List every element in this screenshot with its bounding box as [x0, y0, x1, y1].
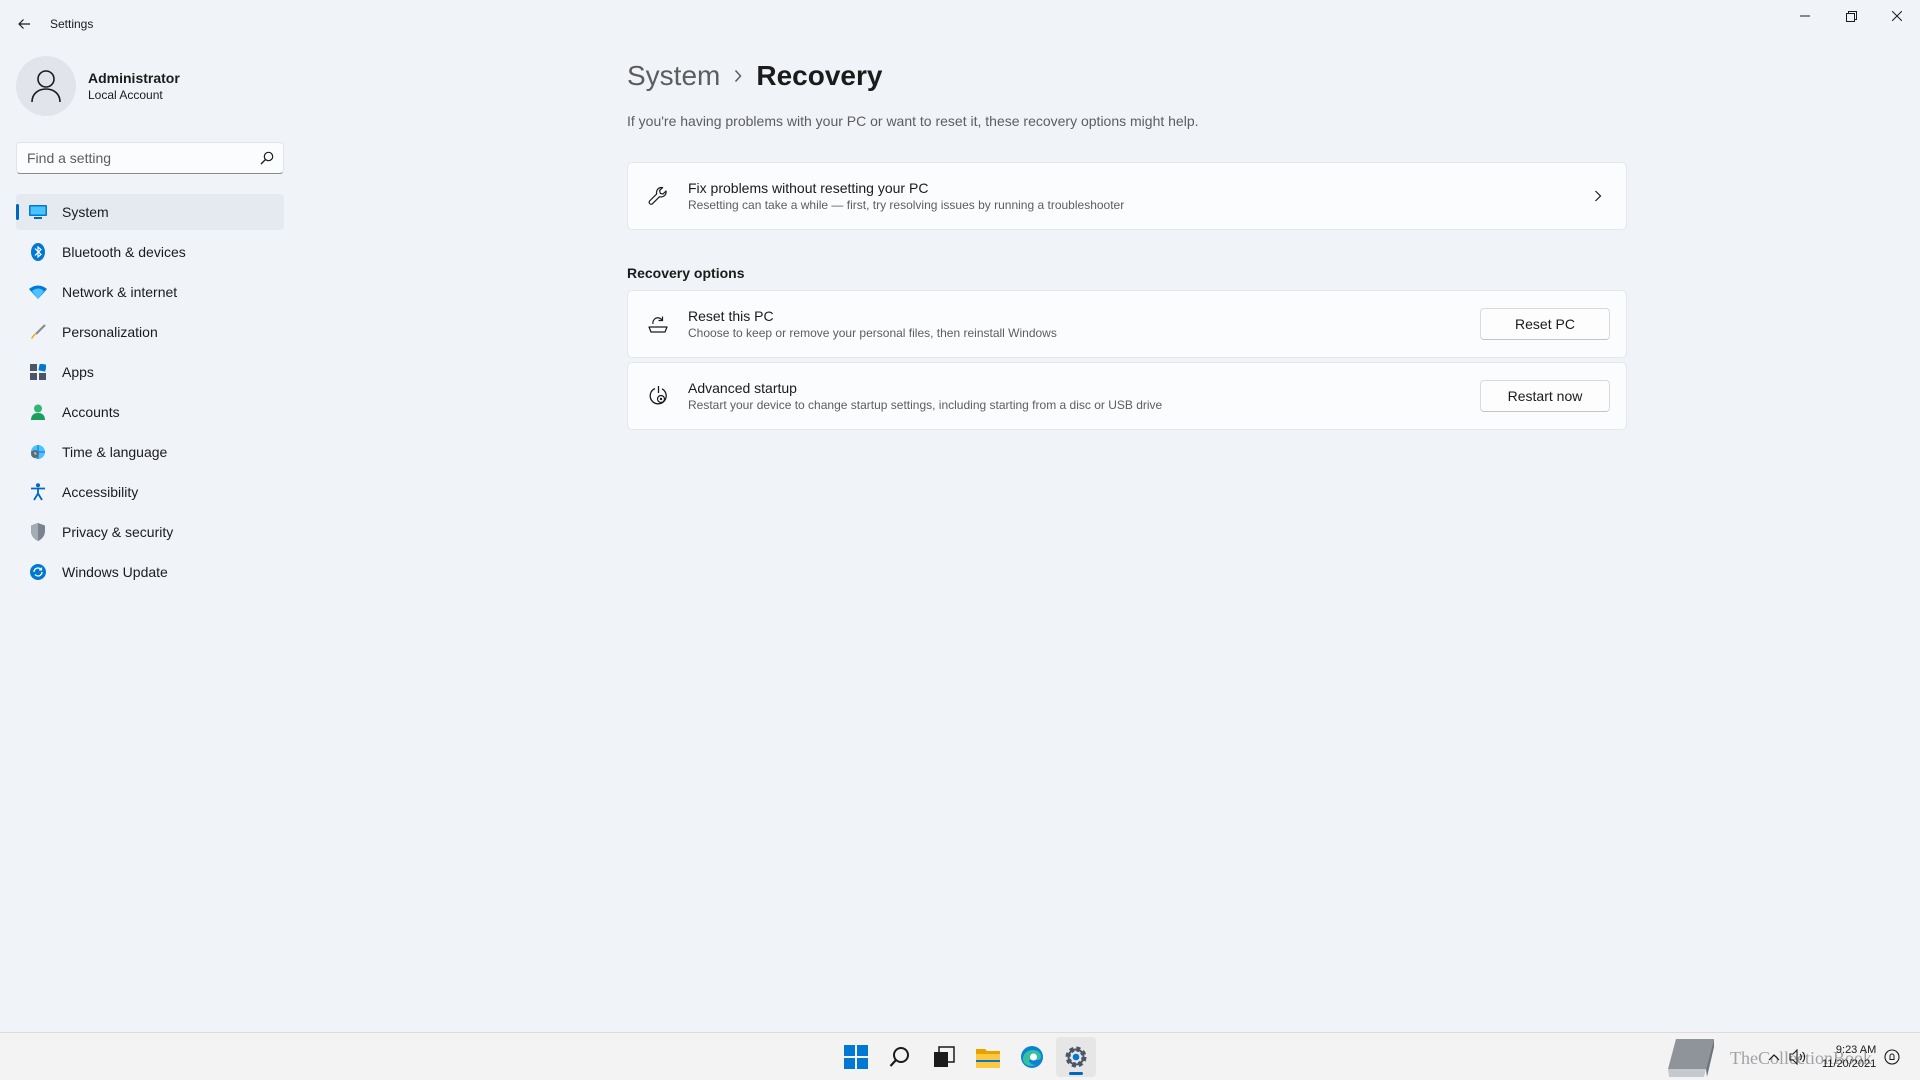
sidebar-item-apps[interactable]: Apps: [16, 354, 284, 390]
sidebar-item-system[interactable]: System: [16, 194, 284, 230]
app-title: Settings: [50, 17, 94, 31]
sidebar-item-label: Accounts: [62, 404, 120, 420]
search-icon[interactable]: [251, 151, 283, 165]
system-tray: 9:23 AM 11/20/2021: [1764, 1033, 1906, 1080]
user-avatar-icon: [31, 70, 61, 103]
advanced-startup-icon: [646, 384, 670, 408]
restore-icon: [1845, 10, 1857, 22]
reset-pc-button[interactable]: Reset PC: [1480, 308, 1610, 340]
sidebar-item-privacy[interactable]: Privacy & security: [16, 514, 284, 550]
page-description: If you're having problems with your PC o…: [627, 113, 1199, 129]
globe-clock-icon: [28, 442, 48, 462]
back-button[interactable]: [12, 12, 36, 36]
notification-icon[interactable]: [1882, 1047, 1902, 1067]
settings-icon: [1065, 1046, 1087, 1068]
search-icon: [889, 1047, 909, 1067]
back-arrow-icon: [18, 19, 30, 29]
restart-now-button[interactable]: Restart now: [1480, 380, 1610, 412]
close-button[interactable]: [1874, 0, 1920, 32]
page-title: Recovery: [756, 60, 883, 91]
system-icon: [28, 202, 48, 222]
start-button[interactable]: [836, 1037, 876, 1077]
start-icon: [844, 1045, 868, 1069]
reset-pc-subtitle: Choose to keep or remove your personal f…: [688, 326, 1057, 340]
task-view-icon: [934, 1046, 955, 1067]
fix-problems-card[interactable]: Fix problems without resetting your PC R…: [627, 162, 1627, 230]
book-icon: [1668, 1039, 1714, 1077]
sidebar-item-label: Privacy & security: [62, 524, 174, 540]
search-input[interactable]: [17, 150, 251, 166]
reset-pc-icon: [646, 312, 670, 336]
bluetooth-icon: [28, 242, 48, 262]
reset-pc-card: Reset this PC Choose to keep or remove y…: [627, 290, 1627, 358]
sidebar-nav: System Bluetooth & devices Network & int…: [16, 194, 284, 594]
breadcrumb: System Recovery: [627, 56, 882, 96]
minimize-icon: [1800, 15, 1810, 17]
sidebar-item-time-language[interactable]: Time & language: [16, 434, 284, 470]
wifi-icon: [28, 282, 48, 302]
apps-icon: [28, 362, 48, 382]
sidebar-item-personalization[interactable]: Personalization: [16, 314, 284, 350]
taskbar-search-button[interactable]: [880, 1037, 920, 1077]
sync-icon: [28, 562, 48, 582]
fix-problems-subtitle: Resetting can take a while — first, try …: [688, 198, 1125, 212]
advanced-startup-subtitle: Restart your device to change startup se…: [688, 398, 1163, 412]
sidebar-item-accounts[interactable]: Accounts: [16, 394, 284, 430]
advanced-startup-title: Advanced startup: [688, 380, 797, 396]
sidebar-item-label: Personalization: [62, 324, 158, 340]
chevron-right-icon: [734, 69, 742, 83]
reset-pc-title: Reset this PC: [688, 308, 774, 324]
sidebar-item-label: Windows Update: [62, 564, 168, 580]
brush-icon: [28, 322, 48, 342]
profile-account-type: Local Account: [88, 88, 163, 102]
shield-icon: [28, 522, 48, 542]
sidebar-item-label: Bluetooth & devices: [62, 244, 186, 260]
taskbar-apps: [836, 1037, 1100, 1077]
sidebar-item-label: Apps: [62, 364, 94, 380]
profile-name: Administrator: [88, 70, 180, 86]
chevron-right-icon: [1586, 184, 1610, 208]
restore-button[interactable]: [1828, 0, 1874, 32]
taskbar: TheCollectionBook 9:23 AM 11/20/2021: [0, 1032, 1920, 1080]
chevron-up-icon[interactable]: [1764, 1047, 1784, 1067]
sidebar-item-label: System: [62, 204, 109, 220]
task-view-button[interactable]: [924, 1037, 964, 1077]
accessibility-icon: [28, 482, 48, 502]
file-explorer-button[interactable]: [968, 1037, 1008, 1077]
person-icon: [28, 402, 48, 422]
title-bar: Settings: [0, 0, 1920, 48]
sidebar-item-accessibility[interactable]: Accessibility: [16, 474, 284, 510]
settings-taskbar-button[interactable]: [1056, 1037, 1096, 1077]
sidebar-item-label: Time & language: [62, 444, 168, 460]
file-explorer-icon: [976, 1049, 1000, 1068]
sidebar-item-bluetooth[interactable]: Bluetooth & devices: [16, 234, 284, 270]
user-profile[interactable]: Administrator Local Account: [16, 56, 180, 116]
sidebar-item-label: Network & internet: [62, 284, 178, 300]
edge-button[interactable]: [1012, 1037, 1052, 1077]
clock[interactable]: 9:23 AM 11/20/2021: [1822, 1043, 1876, 1071]
volume-icon[interactable]: [1788, 1047, 1808, 1067]
search-box: [16, 142, 284, 174]
advanced-startup-card: Advanced startup Restart your device to …: [627, 362, 1627, 430]
close-icon: [1892, 11, 1902, 21]
avatar: [16, 56, 76, 116]
sidebar-item-windows-update[interactable]: Windows Update: [16, 554, 284, 590]
minimize-button[interactable]: [1782, 0, 1828, 32]
clock-time: 9:23 AM: [1835, 1044, 1877, 1056]
section-title-recovery-options: Recovery options: [627, 265, 745, 281]
clock-date: 11/20/2021: [1822, 1058, 1877, 1070]
edge-icon: [1021, 1046, 1043, 1068]
sidebar-item-label: Accessibility: [62, 484, 139, 500]
sidebar-item-network[interactable]: Network & internet: [16, 274, 284, 310]
breadcrumb-parent[interactable]: System: [627, 60, 720, 92]
fix-problems-title: Fix problems without resetting your PC: [688, 180, 929, 196]
wrench-icon: [646, 184, 670, 208]
